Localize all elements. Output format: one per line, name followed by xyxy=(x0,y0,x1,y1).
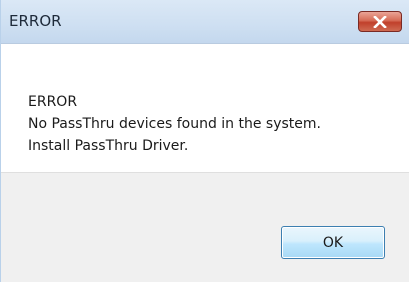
title-bar[interactable]: ERROR xyxy=(1,0,409,44)
close-icon xyxy=(373,15,387,28)
message-heading: ERROR xyxy=(28,94,78,110)
error-dialog: ERROR ERROR No PassThru devices found in… xyxy=(0,0,409,282)
message-line-1: No PassThru devices found in the system. xyxy=(28,116,321,132)
message-line-2: Install PassThru Driver. xyxy=(28,138,189,154)
button-bar: OK xyxy=(1,172,409,282)
message-area: ERROR No PassThru devices found in the s… xyxy=(1,44,409,172)
window-title: ERROR xyxy=(9,12,62,30)
ok-button[interactable]: OK xyxy=(281,226,385,259)
close-button[interactable] xyxy=(358,11,402,32)
